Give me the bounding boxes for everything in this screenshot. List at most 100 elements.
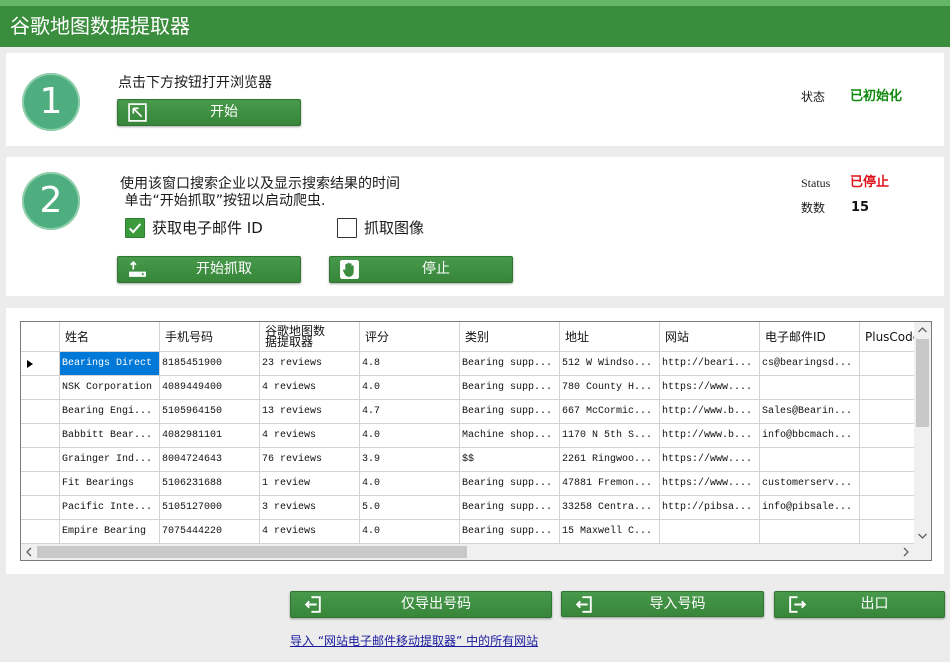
scroll-up-icon[interactable]: [914, 322, 931, 339]
cell-rating[interactable]: 5.0: [360, 496, 460, 520]
table-row[interactable]: Grainger Ind... 8004724643 76 reviews 3.9 $$…: [21, 448, 914, 472]
row-header[interactable]: [21, 424, 60, 448]
cell-rating[interactable]: 3.9: [360, 448, 460, 472]
cell-phone[interactable]: 5105127000: [160, 496, 260, 520]
cell-email[interactable]: [760, 376, 860, 400]
cell-phone[interactable]: 7075444220: [160, 520, 260, 544]
cell-address[interactable]: 1170 N 5th S...: [560, 424, 660, 448]
cell-plus-code[interactable]: [860, 424, 914, 448]
cell-name[interactable]: Bearing Engi...: [60, 400, 160, 424]
cell-website[interactable]: https://www....: [660, 472, 760, 496]
cell-name[interactable]: Grainger Ind...: [60, 448, 160, 472]
stop-button[interactable]: 停止: [329, 256, 513, 283]
cell-website[interactable]: https://www....: [660, 376, 760, 400]
horizontal-scrollbar[interactable]: [21, 544, 914, 560]
column-header-phone[interactable]: 手机号码: [160, 322, 260, 352]
cell-reviews[interactable]: 3 reviews: [260, 496, 360, 520]
cell-rating[interactable]: 4.8: [360, 352, 460, 376]
exit-button[interactable]: 出口: [774, 591, 945, 618]
start-browser-button[interactable]: 开始: [117, 99, 301, 126]
cell-category[interactable]: Bearing supp...: [460, 376, 560, 400]
image-checkbox-label[interactable]: 抓取图像: [364, 218, 424, 238]
cell-phone[interactable]: 5106231688: [160, 472, 260, 496]
results-grid[interactable]: 姓名 手机号码 谷歌地图数据提取器 评分 类别 地址 网站 电子邮件ID Plu…: [20, 321, 932, 561]
cell-plus-code[interactable]: [860, 376, 914, 400]
cell-rating[interactable]: 4.0: [360, 376, 460, 400]
table-row[interactable]: Pacific Inte... 5105127000 3 reviews 5.0 Bea…: [21, 496, 914, 520]
image-checkbox[interactable]: [337, 218, 357, 238]
row-header[interactable]: [21, 448, 60, 472]
cell-plus-code[interactable]: [860, 496, 914, 520]
cell-website[interactable]: http://beari...: [660, 352, 760, 376]
column-header-plus-code[interactable]: PlusCode: [860, 322, 914, 352]
cell-rating[interactable]: 4.7: [360, 400, 460, 424]
cell-category[interactable]: $$: [460, 448, 560, 472]
cell-plus-code[interactable]: [860, 448, 914, 472]
cell-reviews[interactable]: 23 reviews: [260, 352, 360, 376]
column-header-category[interactable]: 类别: [460, 322, 560, 352]
column-header-address[interactable]: 地址: [560, 322, 660, 352]
cell-category[interactable]: Bearing supp...: [460, 472, 560, 496]
column-header-website[interactable]: 网站: [660, 322, 760, 352]
cell-website[interactable]: http://www.b...: [660, 424, 760, 448]
email-checkbox[interactable]: [125, 218, 145, 238]
column-header-rating[interactable]: 评分: [360, 322, 460, 352]
cell-website[interactable]: [660, 520, 760, 544]
cell-reviews[interactable]: 4 reviews: [260, 520, 360, 544]
cell-category[interactable]: Bearing supp...: [460, 496, 560, 520]
cell-address[interactable]: 33258 Centra...: [560, 496, 660, 520]
column-header-email[interactable]: 电子邮件ID: [760, 322, 860, 352]
cell-plus-code[interactable]: [860, 352, 914, 376]
cell-email[interactable]: Sales@Bearin...: [760, 400, 860, 424]
cell-website[interactable]: http://pibsa...: [660, 496, 760, 520]
row-header[interactable]: [21, 352, 60, 376]
cell-email[interactable]: info@pibsale...: [760, 496, 860, 520]
table-row[interactable]: Fit Bearings 5106231688 1 review 4.0 Bearing…: [21, 472, 914, 496]
cell-address[interactable]: 667 McCormic...: [560, 400, 660, 424]
cell-address[interactable]: 780 County H...: [560, 376, 660, 400]
cell-email[interactable]: [760, 448, 860, 472]
row-header[interactable]: [21, 472, 60, 496]
cell-website[interactable]: https://www....: [660, 448, 760, 472]
row-header[interactable]: [21, 496, 60, 520]
column-header-name[interactable]: 姓名: [60, 322, 160, 352]
cell-email[interactable]: cs@bearingsd...: [760, 352, 860, 376]
table-row[interactable]: NSK Corporation 4089449400 4 reviews 4.0 Bea…: [21, 376, 914, 400]
cell-phone[interactable]: 5105964150: [160, 400, 260, 424]
cell-plus-code[interactable]: [860, 472, 914, 496]
cell-name[interactable]: Fit Bearings: [60, 472, 160, 496]
cell-rating[interactable]: 4.0: [360, 520, 460, 544]
cell-phone[interactable]: 4089449400: [160, 376, 260, 400]
cell-reviews[interactable]: 4 reviews: [260, 424, 360, 448]
cell-plus-code[interactable]: [860, 400, 914, 424]
scroll-down-icon[interactable]: [914, 527, 931, 544]
import-websites-link[interactable]: 导入 “网站电子邮件移动提取器” 中的所有网站: [290, 633, 538, 649]
cell-name[interactable]: Bearings Direct: [60, 352, 160, 376]
vertical-scroll-thumb[interactable]: [916, 339, 929, 427]
start-scrape-button[interactable]: 开始抓取: [117, 256, 301, 283]
cell-reviews[interactable]: 4 reviews: [260, 376, 360, 400]
cell-rating[interactable]: 4.0: [360, 424, 460, 448]
table-row[interactable]: Empire Bearing 7075444220 4 reviews 4.0 Bear…: [21, 520, 914, 544]
cell-email[interactable]: [760, 520, 860, 544]
row-header[interactable]: [21, 400, 60, 424]
cell-category[interactable]: Bearing supp...: [460, 520, 560, 544]
scroll-right-icon[interactable]: [897, 544, 914, 560]
grid-viewport[interactable]: 姓名 手机号码 谷歌地图数据提取器 评分 类别 地址 网站 电子邮件ID Plu…: [21, 322, 914, 544]
cell-name[interactable]: NSK Corporation: [60, 376, 160, 400]
horizontal-scroll-thumb[interactable]: [37, 546, 467, 558]
scroll-left-icon[interactable]: [21, 544, 38, 560]
import-numbers-button[interactable]: 导入号码: [561, 591, 764, 617]
cell-reviews[interactable]: 1 review: [260, 472, 360, 496]
table-row[interactable]: Bearing Engi... 5105964150 13 reviews 4.7 Be…: [21, 400, 914, 424]
cell-address[interactable]: 47881 Fremon...: [560, 472, 660, 496]
cell-category[interactable]: Bearing supp...: [460, 352, 560, 376]
cell-reviews[interactable]: 76 reviews: [260, 448, 360, 472]
cell-address[interactable]: 15 Maxwell C...: [560, 520, 660, 544]
vertical-scrollbar[interactable]: [914, 322, 931, 544]
table-row[interactable]: Babbitt Bear... 4082981101 4 reviews 4.0 Mac…: [21, 424, 914, 448]
cell-address[interactable]: 512 W Windso...: [560, 352, 660, 376]
export-numbers-button[interactable]: 仅导出号码: [290, 591, 552, 618]
cell-email[interactable]: customerserv...: [760, 472, 860, 496]
cell-phone[interactable]: 4082981101: [160, 424, 260, 448]
